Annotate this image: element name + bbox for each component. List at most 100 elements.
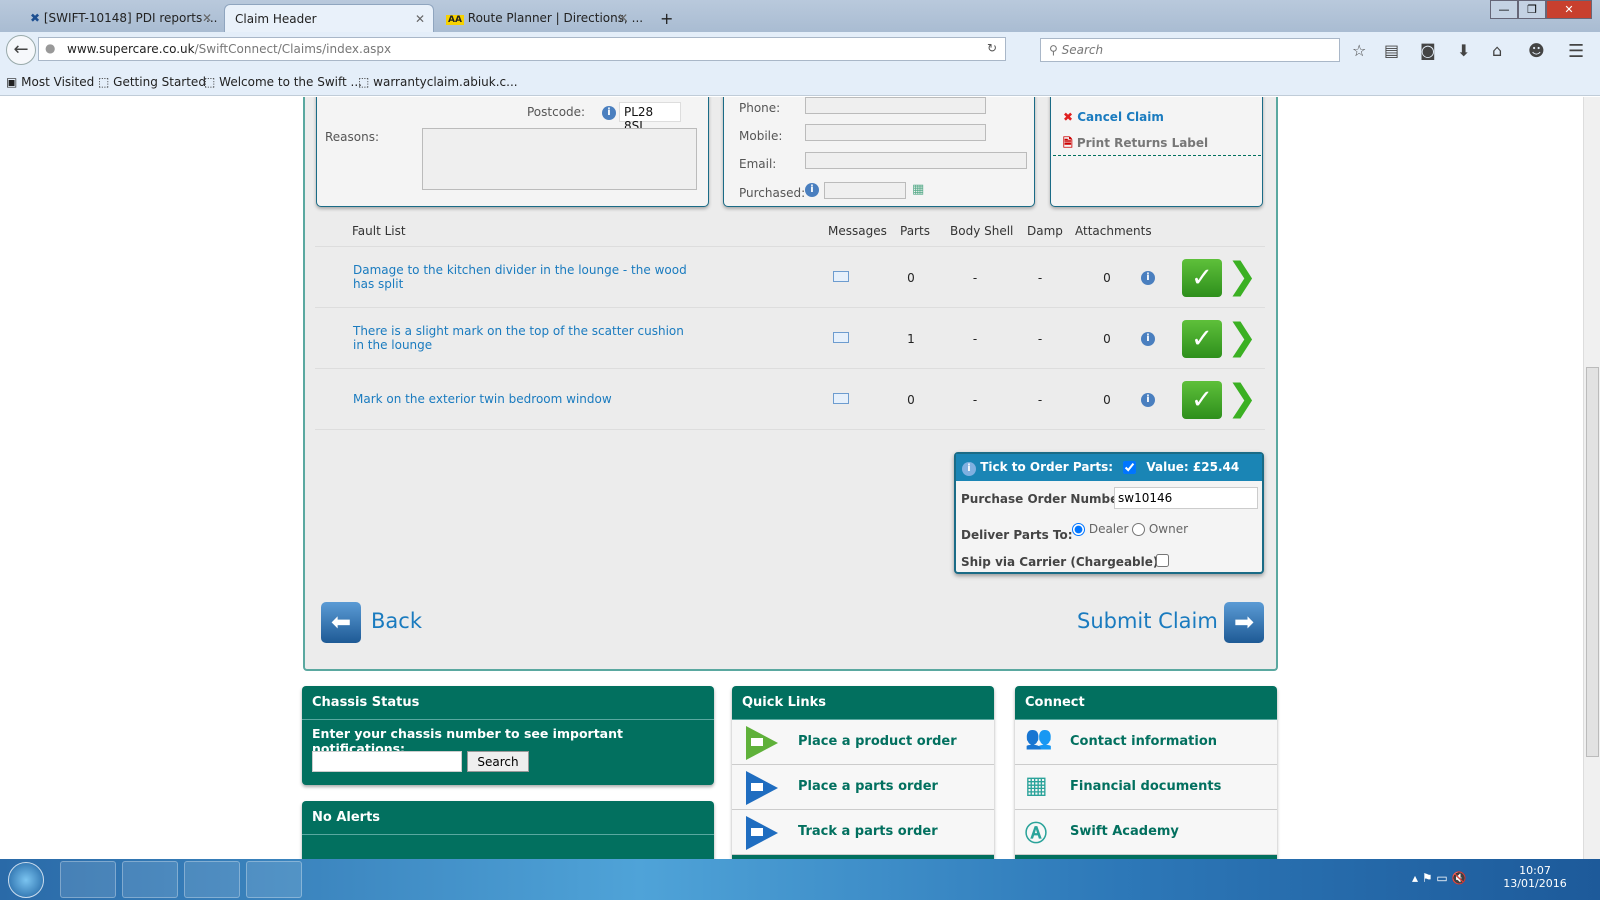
calendar-icon[interactable]: ▦ xyxy=(912,182,924,197)
alerts-title: No Alerts xyxy=(302,801,714,835)
fault-description-link[interactable]: Mark on the exterior twin bedroom window xyxy=(353,392,693,406)
search-icon: ⚲ xyxy=(1049,43,1062,57)
outlook-taskbar-icon[interactable] xyxy=(122,861,178,898)
connect-contact-information[interactable]: 👥 Contact information xyxy=(1015,720,1277,765)
search-input[interactable]: ⚲ Search xyxy=(1040,38,1340,62)
deliver-dealer-radio[interactable]: Dealer xyxy=(1072,522,1128,536)
bookmark-getting-started[interactable]: ⬚ Getting Started xyxy=(98,75,206,89)
info-icon[interactable]: i xyxy=(1141,271,1155,285)
claim-panel: Postcode: i PL28 8SL Reasons: Phone: Mob… xyxy=(303,97,1278,671)
bookmark-star-icon[interactable]: ☆ xyxy=(1352,41,1366,60)
chevron-right-icon[interactable]: ❯ xyxy=(1227,319,1257,357)
quick-link-track-parts-order[interactable]: Track a parts order xyxy=(732,810,994,855)
close-tab-icon[interactable]: ✕ xyxy=(618,11,628,25)
mobile-label: Mobile: xyxy=(739,129,783,143)
info-icon[interactable]: i xyxy=(962,462,976,476)
tick-order-parts-checkbox[interactable] xyxy=(1123,461,1137,474)
po-number-input[interactable] xyxy=(1114,487,1258,509)
bookmark-most-visited[interactable]: ▣ Most Visited xyxy=(6,75,94,89)
postcode-label: Postcode: xyxy=(527,105,586,119)
postcode-field[interactable]: PL28 8SL xyxy=(619,102,681,133)
purchased-label: Purchased: xyxy=(739,186,806,200)
tray-icons[interactable]: ▴ ⚑ ▭ 🔇 xyxy=(1412,871,1467,885)
approve-check-button[interactable]: ✓ xyxy=(1182,320,1222,358)
connect-swift-academy[interactable]: Ⓐ Swift Academy xyxy=(1015,810,1277,855)
attachments-count: 0 xyxy=(1103,393,1111,407)
chassis-number-input[interactable] xyxy=(312,751,462,772)
connect-financial-documents[interactable]: ▦ Financial documents xyxy=(1015,765,1277,810)
calculator-icon: ▦ xyxy=(1025,771,1048,799)
bookmark-welcome-swift[interactable]: ⬚ Welcome to the Swift ... xyxy=(204,75,362,89)
info-icon[interactable]: i xyxy=(805,183,819,197)
alerts-panel: No Alerts xyxy=(302,801,714,859)
close-window-button[interactable]: ✕ xyxy=(1546,0,1592,19)
info-icon[interactable]: i xyxy=(1141,332,1155,346)
tab-swift-10148[interactable]: ✖ [SWIFT-10148] PDI reports ... ✕ xyxy=(20,4,220,32)
damp-value: - xyxy=(1037,271,1043,285)
quick-link-product-order[interactable]: Place a product order xyxy=(732,720,994,765)
info-icon[interactable]: i xyxy=(1141,393,1155,407)
print-returns-label-link[interactable]: 🗎 Print Returns Label xyxy=(1063,134,1208,155)
home-icon[interactable]: ⌂ xyxy=(1492,41,1502,60)
pocket-icon[interactable]: ◙ xyxy=(1420,41,1436,60)
new-tab-button[interactable]: + xyxy=(650,2,683,30)
fault-description-link[interactable]: There is a slight mark on the top of the… xyxy=(353,324,693,352)
minimize-button[interactable]: — xyxy=(1490,0,1518,19)
tab-route-planner[interactable]: AA Route Planner | Directions, ... ✕ xyxy=(436,4,643,32)
ship-via-carrier-checkbox[interactable] xyxy=(1156,554,1169,567)
menu-icon[interactable]: ☰ xyxy=(1568,41,1584,62)
phone-field[interactable] xyxy=(805,97,986,114)
customer-box: Postcode: i PL28 8SL Reasons: xyxy=(316,97,709,207)
attachments-count: 0 xyxy=(1103,271,1111,285)
restore-button[interactable]: ❐ xyxy=(1518,0,1546,19)
chassis-search-button[interactable]: Search xyxy=(467,751,529,772)
chat-icon[interactable]: ☻ xyxy=(1528,41,1545,60)
aa-logo-icon: AA xyxy=(446,15,464,25)
tab-claim-header[interactable]: Claim Header ✕ xyxy=(224,4,434,32)
fault-description-link[interactable]: Damage to the kitchen divider in the lou… xyxy=(353,263,693,291)
cancel-claim-link[interactable]: ✖ Cancel Claim xyxy=(1063,110,1164,124)
bookmark-warrantyclaim[interactable]: ⬚ warrantyclaim.abiuk.c... xyxy=(358,75,518,89)
url-bar[interactable]: ● www.supercare.co.uk/SwiftConnect/Claims… xyxy=(38,37,1006,61)
submit-claim-link[interactable]: Submit Claim xyxy=(1077,609,1218,633)
envelope-icon[interactable] xyxy=(833,271,849,282)
back-button[interactable]: ← xyxy=(6,35,36,65)
submit-arrow-button[interactable]: ➡ xyxy=(1224,602,1264,643)
damp-value: - xyxy=(1037,332,1043,346)
purchased-date-field[interactable] xyxy=(824,182,906,199)
close-tab-icon[interactable]: ✕ xyxy=(415,12,425,26)
vertical-scrollbar[interactable] xyxy=(1583,97,1600,859)
email-field[interactable] xyxy=(805,152,1027,169)
mobile-field[interactable] xyxy=(805,124,986,141)
truck-icon xyxy=(746,771,778,805)
close-tab-icon[interactable]: ✕ xyxy=(202,11,212,25)
swift-academy-icon: Ⓐ xyxy=(1025,822,1048,847)
envelope-icon[interactable] xyxy=(833,332,849,343)
order-parts-box: i Tick to Order Parts: Value: £25.44 Pur… xyxy=(954,452,1264,574)
firefox-taskbar-icon[interactable] xyxy=(184,861,240,898)
fault-row: There is a slight mark on the top of the… xyxy=(315,308,1265,369)
back-link[interactable]: Back xyxy=(371,609,422,633)
reload-icon[interactable]: ↻ xyxy=(987,41,997,55)
reading-list-icon[interactable]: ▤ xyxy=(1384,41,1399,60)
reasons-textarea[interactable] xyxy=(422,128,697,190)
scrollbar-thumb[interactable] xyxy=(1586,367,1599,757)
app-taskbar-icon[interactable] xyxy=(246,861,302,898)
parts-count: 0 xyxy=(907,393,915,407)
deliver-owner-radio[interactable]: Owner xyxy=(1132,522,1188,536)
clock[interactable]: 10:07 13/01/2016 xyxy=(1500,864,1570,890)
download-icon[interactable]: ⬇ xyxy=(1457,41,1470,60)
back-arrow-button[interactable]: ⬅ xyxy=(321,602,361,643)
deliver-label: Deliver Parts To: xyxy=(961,528,1073,542)
chevron-right-icon[interactable]: ❯ xyxy=(1227,380,1257,418)
taskbar: ▴ ⚑ ▭ 🔇 10:07 13/01/2016 xyxy=(0,859,1600,900)
approve-check-button[interactable]: ✓ xyxy=(1182,381,1222,419)
quick-link-parts-order[interactable]: Place a parts order xyxy=(732,765,994,810)
start-button[interactable] xyxy=(8,862,44,898)
chevron-right-icon[interactable]: ❯ xyxy=(1227,258,1257,296)
explorer-taskbar-icon[interactable] xyxy=(60,861,116,898)
info-icon[interactable]: i xyxy=(602,106,616,120)
envelope-icon[interactable] xyxy=(833,393,849,404)
connect-title: Connect xyxy=(1015,686,1277,720)
approve-check-button[interactable]: ✓ xyxy=(1182,259,1222,297)
